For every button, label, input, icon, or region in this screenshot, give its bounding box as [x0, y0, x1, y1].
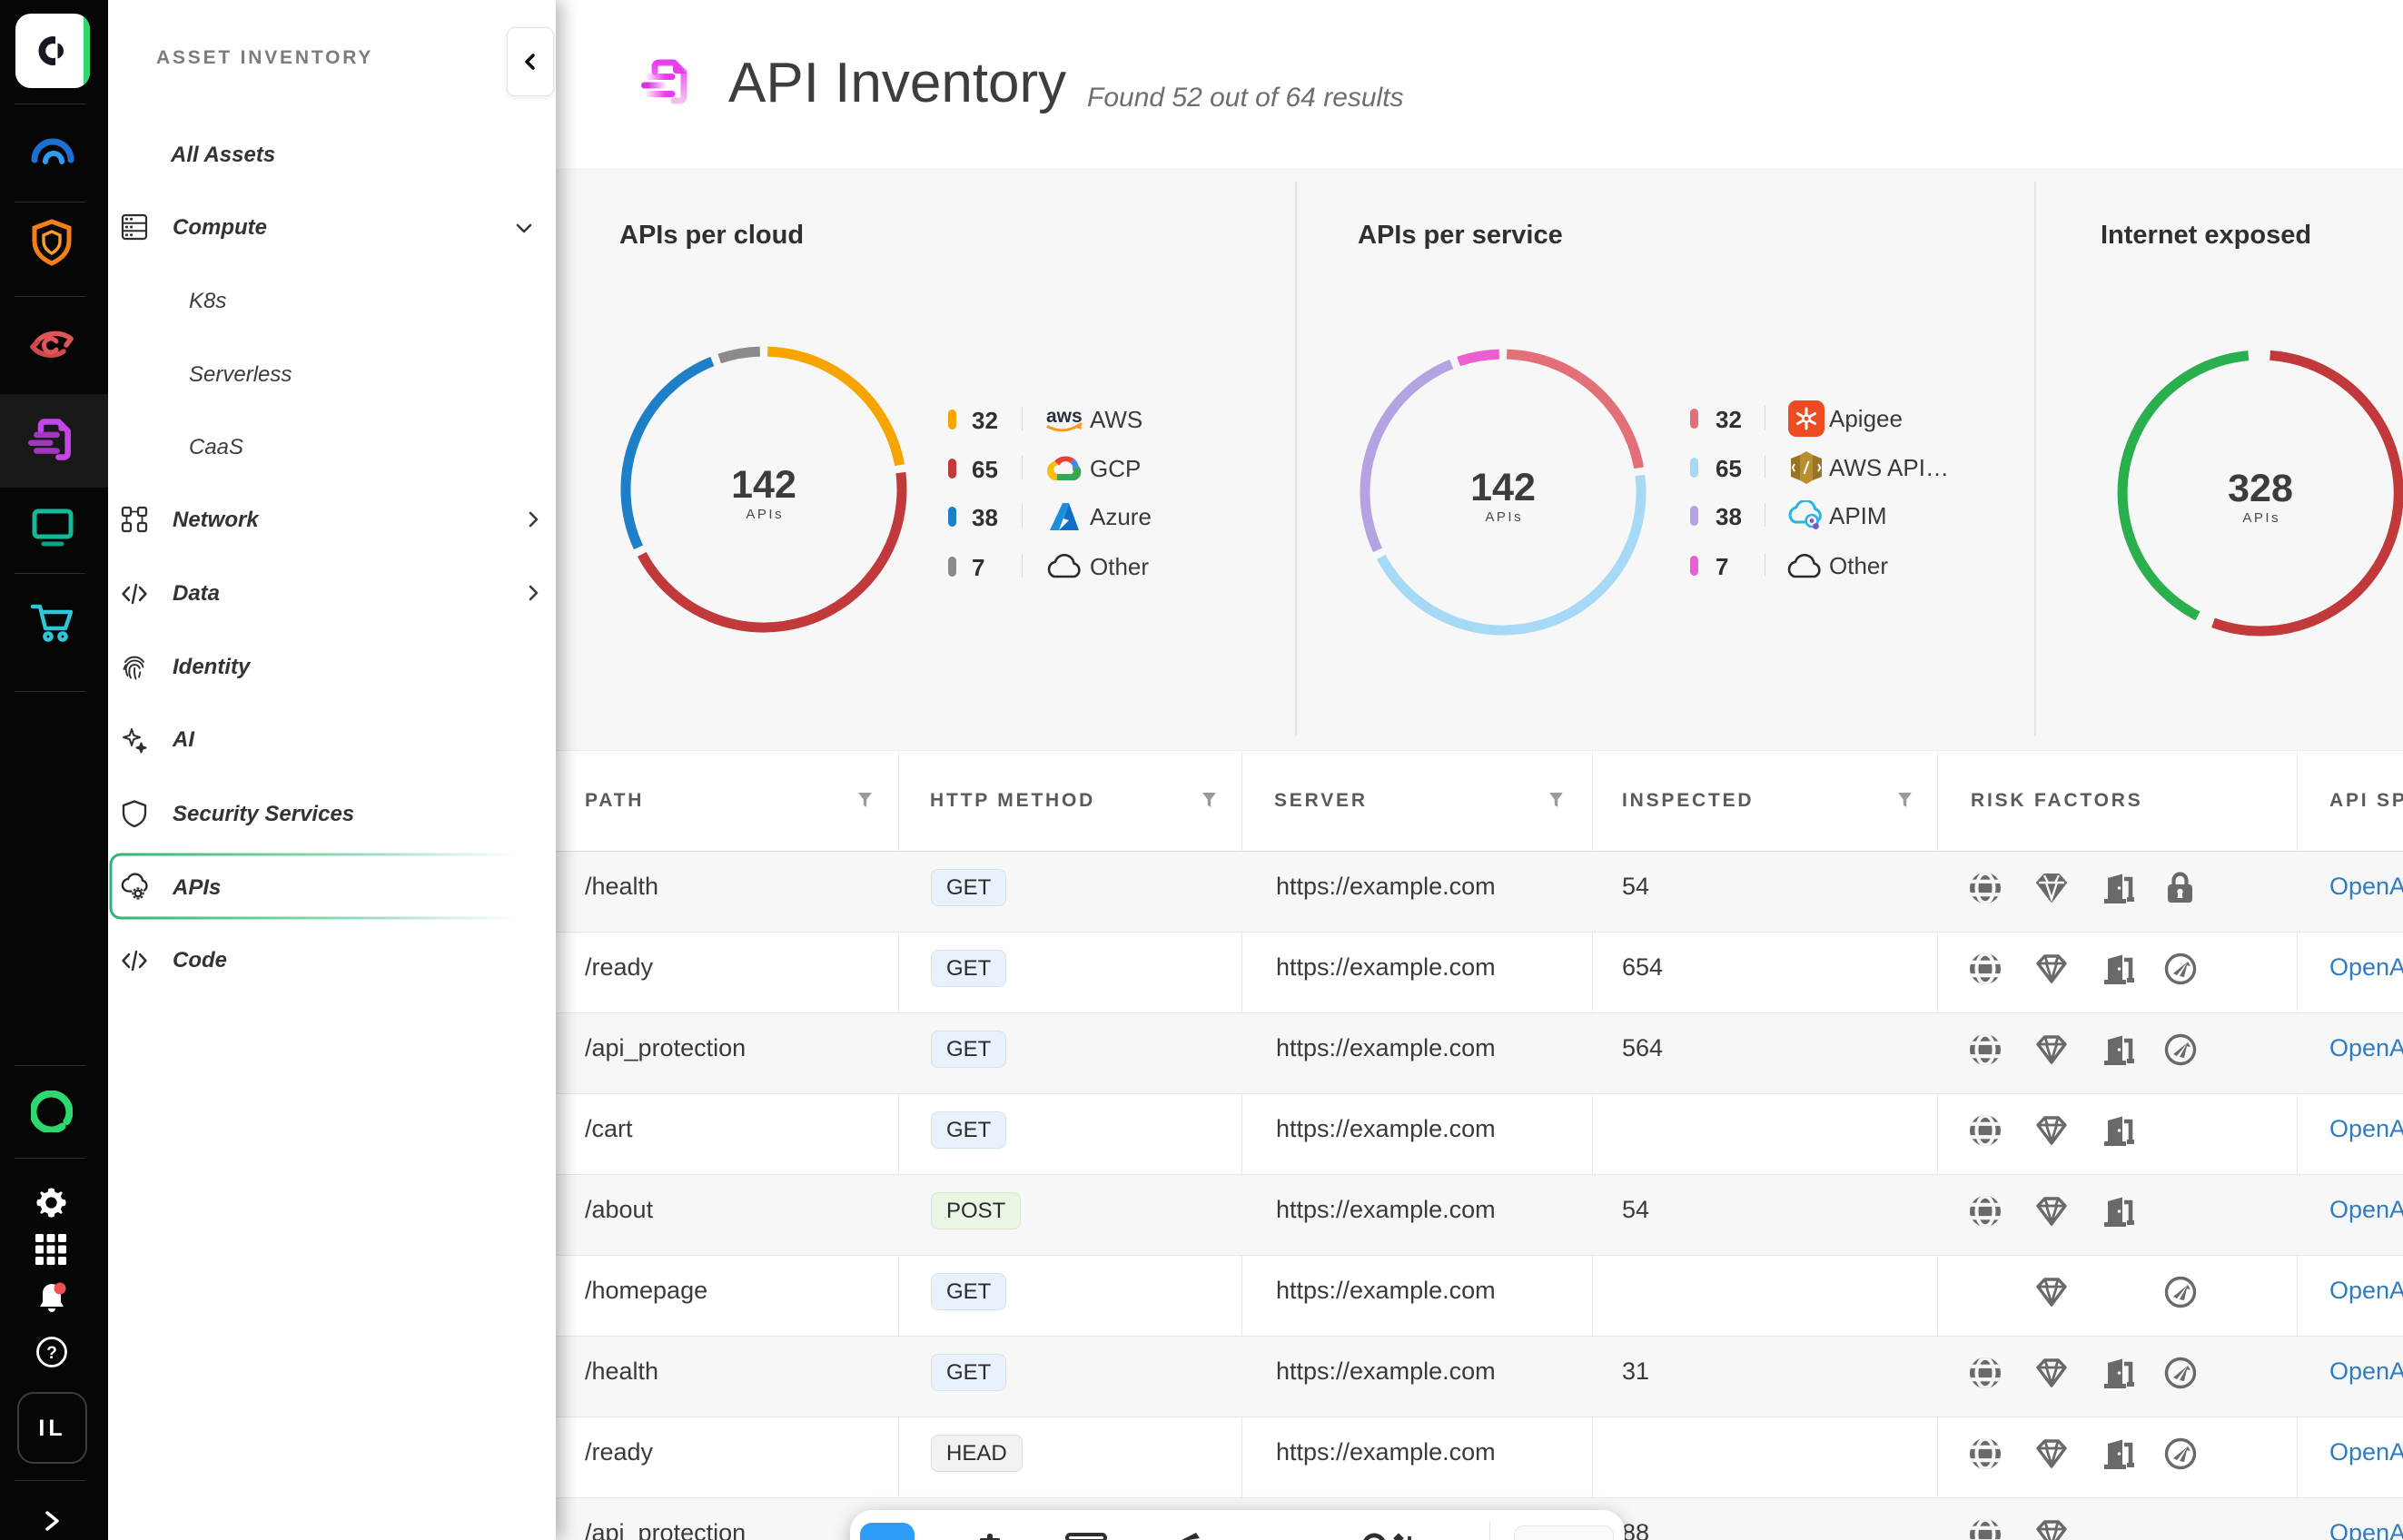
- svg-text:aws: aws: [1046, 406, 1083, 427]
- svg-text:?: ?: [46, 1344, 57, 1363]
